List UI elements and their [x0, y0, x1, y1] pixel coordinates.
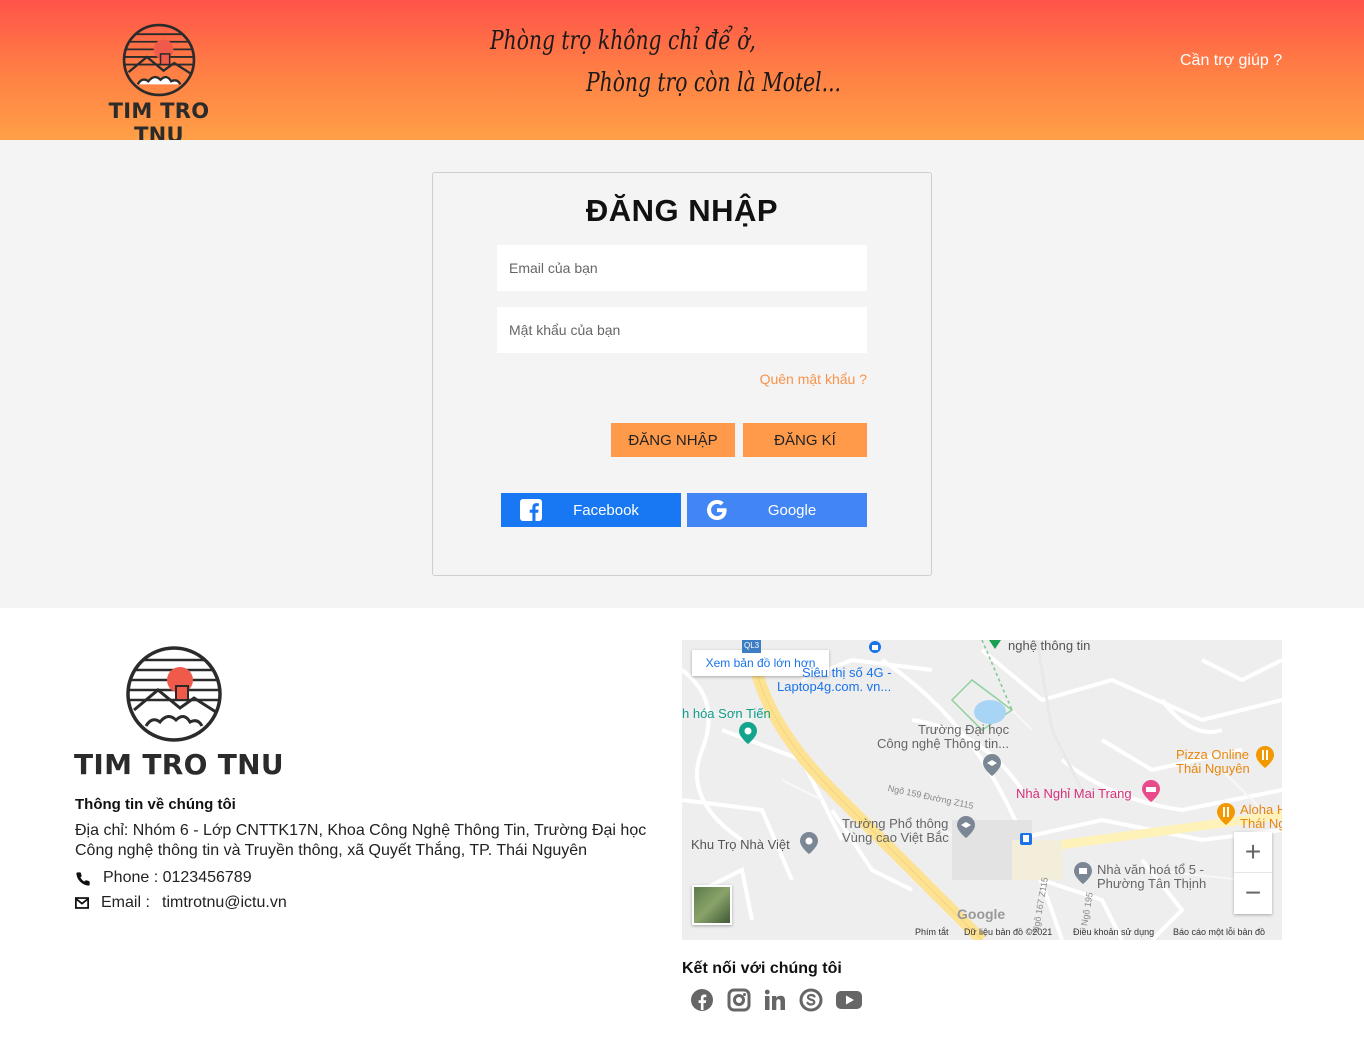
email-label: Email : [101, 894, 150, 911]
map-label-ql3: QL3 [742, 640, 762, 653]
place-pin-icon [800, 832, 818, 854]
map-label-school-2: Vùng cao Việt Bắc [842, 830, 949, 845]
zoom-out-button[interactable]: − [1234, 873, 1272, 914]
password-input[interactable] [497, 307, 867, 353]
school-pin-icon [957, 816, 975, 838]
map-label-it-school-top: nghệ thông tin [1008, 640, 1091, 653]
phone-text: Phone : 0123456789 [103, 869, 252, 886]
map-label-aloha-2: Thái Ng [1240, 816, 1282, 831]
map-label-university-1: Trường Đại học [918, 722, 1010, 737]
connect-heading: Kết nối với chúng tôi [682, 960, 842, 977]
slogan: Phòng trọ không chỉ để ở, Phòng trọ còn … [490, 26, 910, 106]
skype-icon[interactable] [799, 988, 825, 1014]
satellite-toggle[interactable] [692, 885, 732, 925]
bus-stop-icon [1020, 833, 1032, 845]
park-marker-icon [989, 640, 1001, 649]
email-input[interactable] [497, 245, 867, 291]
keyboard-shortcuts-link[interactable]: Phím tắt [915, 927, 949, 937]
google-label: Google [767, 502, 817, 519]
envelope-icon [75, 897, 89, 909]
map-label-laptop: Laptop4g.com. vn... [777, 679, 892, 694]
map-embed[interactable]: Xem bản đồ lớn hơn QL3 nghệ thông tin Si… [682, 640, 1282, 940]
facebook-label: Facebook [573, 502, 639, 519]
logo-mark-icon [126, 646, 222, 742]
park-pin-icon [739, 722, 757, 744]
map-roads [682, 640, 1282, 940]
forgot-password-link[interactable]: Quên mật khẩu ? [760, 371, 867, 387]
map-label-aloha-1: Aloha H [1240, 802, 1282, 817]
culture-pin-icon [1074, 862, 1092, 884]
shop-pin-icon [869, 641, 881, 653]
map-label-khu-tro: Khu Trọ Nhà Việt [691, 837, 790, 852]
about-heading: Thông tin về chúng tôi [75, 796, 236, 813]
linkedin-icon[interactable] [763, 988, 789, 1014]
header: TIM TRO TNU Phòng trọ không chỉ để ở, Ph… [0, 0, 1364, 147]
login-button[interactable]: ĐĂNG NHẬP [611, 423, 735, 457]
map-label-laptop-top: Siêu thị số 4G - [802, 665, 892, 680]
map-label-pizza-2: Thái Nguyên [1176, 761, 1250, 776]
map-label-guesthouse: Nhà Nghỉ Mai Trang [1016, 786, 1132, 801]
footer-logo[interactable]: TIM TRO TNU [74, 644, 284, 784]
terms-link[interactable]: Điều khoản sử dụng [1073, 927, 1154, 937]
map-label-university-2: Công nghệ Thông tin... [877, 736, 1010, 751]
restaurant-pin-icon [1217, 803, 1235, 825]
footer-logo-text: TIM TRO TNU [74, 748, 284, 781]
login-card: ĐĂNG NHẬP Quên mật khẩu ? ĐĂNG NHẬP ĐĂNG… [432, 172, 932, 576]
map-label-school-1: Trường Phổ thông [842, 816, 949, 831]
instagram-icon[interactable] [727, 988, 753, 1014]
map-label-culture-2: Phường Tân Thịnh [1097, 876, 1207, 891]
slogan-line-2: Phòng trọ còn là Motel... [586, 68, 841, 98]
site-logo[interactable]: TIM TRO TNU [84, 22, 234, 147]
email-value[interactable]: timtrotnu@ictu.vn [162, 894, 287, 912]
youtube-icon[interactable] [835, 988, 862, 1014]
university-pin-icon [983, 754, 1001, 776]
map-attribution: Phím tắt Dữ liệu bản đồ ©2021 Điều khoản… [682, 926, 1282, 940]
address-text: Địa chỉ: Nhóm 6 - Lớp CNTTK17N, Khoa Côn… [75, 822, 647, 859]
map-label-culture-1: Nhà văn hoá tổ 5 - [1097, 862, 1204, 877]
report-error-link[interactable]: Báo cáo một lỗi bản đồ [1173, 927, 1265, 937]
help-link[interactable]: Cần trợ giúp ? [1180, 52, 1282, 70]
register-button[interactable]: ĐĂNG KÍ [743, 423, 867, 457]
phone-icon [76, 872, 90, 886]
map-data-text: Dữ liệu bản đồ ©2021 [964, 927, 1053, 937]
login-title: ĐĂNG NHẬP [585, 193, 779, 228]
facebook-icon[interactable] [690, 988, 716, 1014]
facebook-login-button[interactable]: Facebook [501, 493, 681, 527]
main-section: ĐĂNG NHẬP Quên mật khẩu ? ĐĂNG NHẬP ĐĂNG… [0, 140, 1364, 608]
google-login-button[interactable]: Google [687, 493, 867, 527]
map-label-son-tien: h hóa Sơn Tiến [682, 706, 771, 721]
google-watermark: Google [957, 906, 1006, 922]
zoom-controls: + − [1234, 832, 1272, 914]
logo-mark-icon [122, 23, 196, 97]
slogan-line-1: Phòng trọ không chỉ để ở, [490, 26, 756, 56]
zoom-in-button[interactable]: + [1234, 832, 1272, 873]
map-label-pizza-1: Pizza Online [1176, 747, 1249, 762]
restaurant-pin-icon [1256, 746, 1274, 768]
hotel-pin-icon [1142, 780, 1160, 802]
